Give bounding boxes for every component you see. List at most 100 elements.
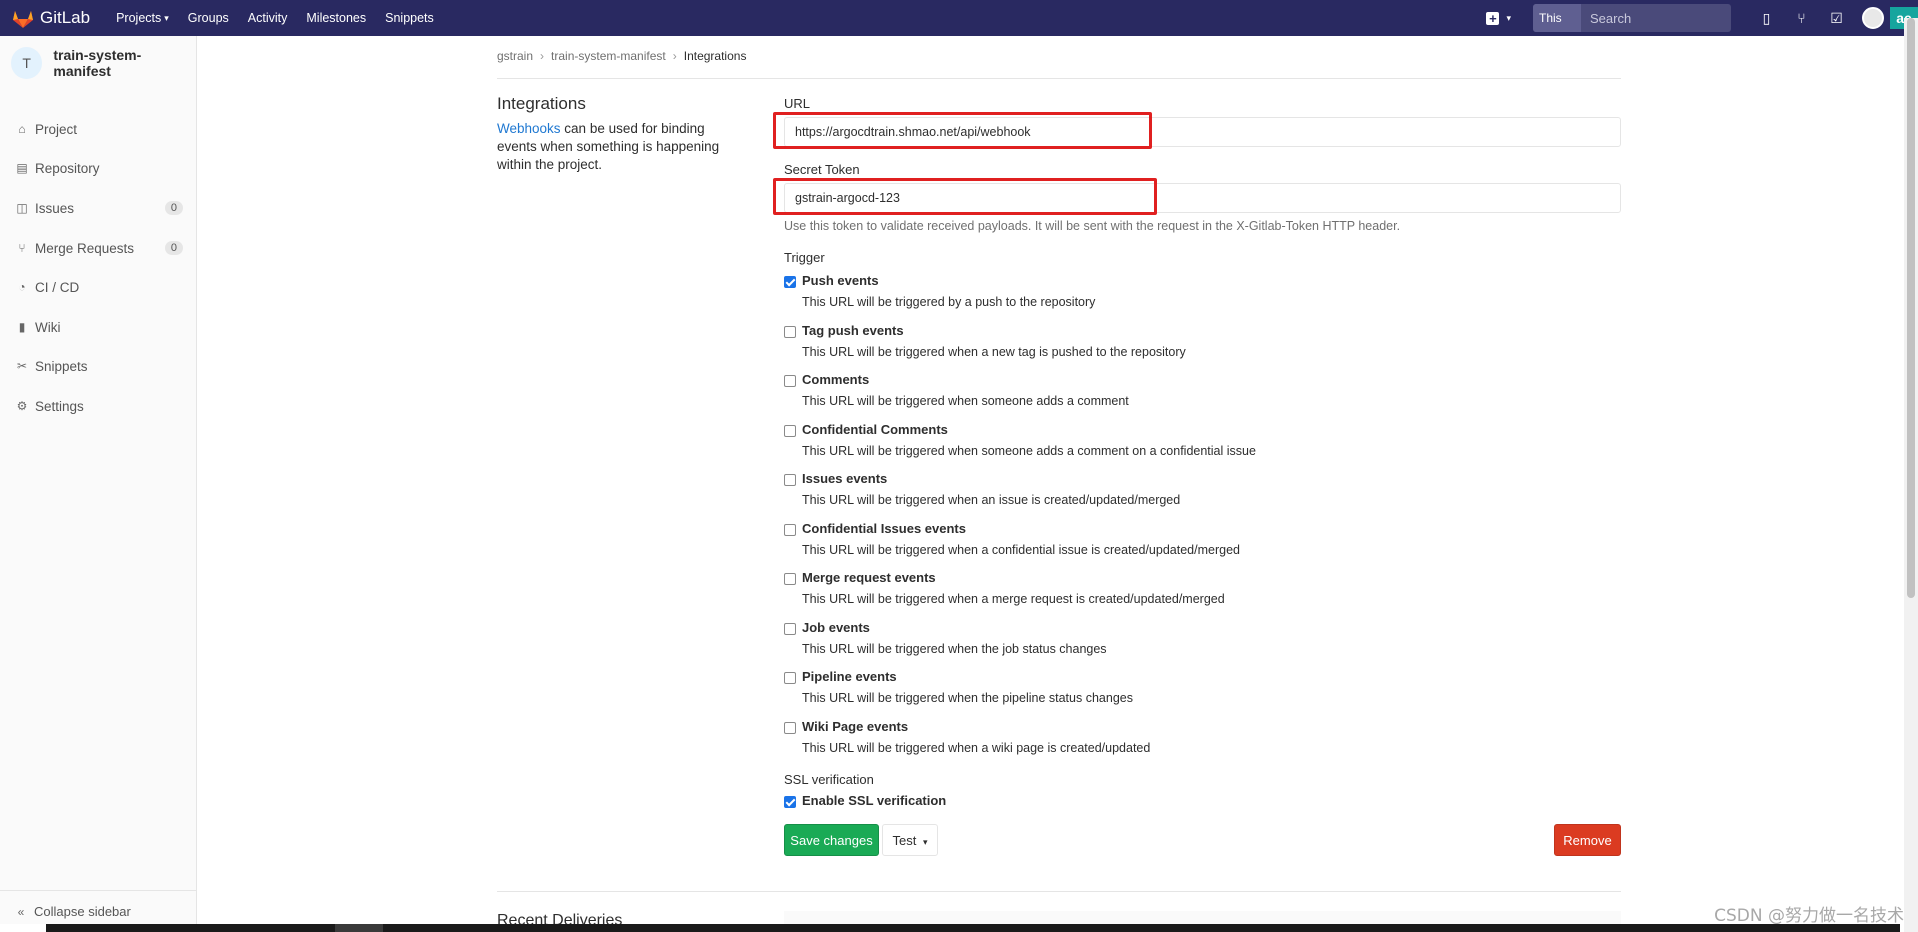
trigger-help-text: This URL will be triggered when a wiki p… (802, 741, 1151, 755)
taskbar-start-area[interactable] (0, 924, 46, 932)
todo-icon[interactable]: ☑ (1819, 10, 1854, 27)
sidebar-item-label: Wiki (35, 319, 61, 335)
chevron-down-icon: ▾ (1506, 12, 1511, 23)
top-navbar: GitLab Projects ▾ Groups Activity Milesto… (0, 0, 1918, 36)
sidebar-item-merge-requests[interactable]: ⑂ Merge Requests 0 (0, 229, 196, 267)
sidebar-item-snippets[interactable]: ✂ Snippets (0, 347, 196, 385)
trigger-help-text: This URL will be triggered when a confid… (802, 543, 1240, 557)
wiki-icon: ▮ (18, 320, 26, 334)
user-avatar[interactable] (1862, 7, 1884, 29)
trigger-label: Trigger (784, 250, 825, 265)
trigger-checkbox[interactable] (784, 722, 796, 734)
brand-name: GitLab (40, 8, 91, 27)
nav-snippets[interactable]: Snippets (385, 11, 434, 25)
webhooks-link[interactable]: Webhooks (497, 121, 561, 136)
remove-button[interactable]: Remove (1554, 824, 1621, 856)
merge-icon: ⑂ (18, 241, 26, 255)
trigger-help-text: This URL will be triggered by a push to … (802, 295, 1096, 309)
sidebar-item-settings[interactable]: ⚙ Settings (0, 387, 196, 425)
settings-section-description: Webhooks can be used for binding events … (497, 120, 737, 174)
plus-icon: + (1486, 11, 1500, 25)
test-dropdown-button[interactable]: Test ▾ (882, 824, 938, 856)
section-divider (497, 891, 1621, 892)
issues-count-badge: 0 (164, 201, 183, 215)
trigger-label[interactable]: Tag push events (802, 323, 904, 338)
trigger-label[interactable]: Pipeline events (802, 669, 897, 684)
nav-groups[interactable]: Groups (188, 11, 229, 25)
home-icon: ⌂ (18, 122, 26, 136)
breadcrumb-current[interactable]: Integrations (684, 49, 747, 63)
trigger-checkbox[interactable] (784, 375, 796, 387)
secret-token-help: Use this token to validate received payl… (784, 219, 1401, 233)
sidebar-item-label: Snippets (35, 358, 88, 374)
csdn-watermark: CSDN @努力做一名技术 (1714, 906, 1904, 926)
search-input[interactable] (1581, 4, 1731, 32)
book-icon: ▤ (16, 161, 28, 175)
trigger-checkbox[interactable] (784, 425, 796, 437)
chevron-right-icon: › (672, 49, 677, 63)
sidebar-item-label: CI / CD (35, 279, 80, 295)
nav-activity[interactable]: Activity (248, 11, 288, 25)
merge-requests-count-badge: 0 (164, 241, 183, 255)
test-button-label: Test (892, 832, 917, 848)
project-name: train-system-manifest (53, 47, 142, 79)
trigger-help-text: This URL will be triggered when the job … (802, 642, 1107, 656)
double-chevron-left-icon: « (17, 904, 25, 919)
trigger-help-text: This URL will be triggered when a new ta… (802, 345, 1186, 359)
sidebar-project-header[interactable]: T train-system-manifest (0, 36, 196, 90)
trigger-checkbox[interactable] (784, 623, 796, 635)
project-avatar: T (11, 47, 43, 79)
collapse-sidebar-label: Collapse sidebar (34, 904, 131, 919)
project-sidebar: T train-system-manifest ⌂ Project ▤ Repo… (0, 36, 197, 932)
trigger-help-text: This URL will be triggered when an issue… (802, 493, 1181, 507)
annotation-highlight-box (773, 112, 1152, 149)
issues-icon[interactable]: ▯ (1749, 10, 1784, 27)
trigger-label[interactable]: Comments (802, 372, 869, 387)
trigger-checkbox[interactable] (784, 474, 796, 486)
trigger-checkbox[interactable] (784, 524, 796, 536)
search-scope-badge[interactable]: This project (1533, 4, 1582, 32)
trigger-label[interactable]: Push events (802, 273, 879, 288)
trigger-label[interactable]: Issues events (802, 471, 887, 486)
breadcrumb-group[interactable]: gstrain (497, 49, 533, 63)
page-scrollbar[interactable] (1904, 18, 1918, 932)
sidebar-item-label: Project (35, 121, 78, 137)
issues-icon: ◫ (16, 201, 28, 215)
trigger-help-text: This URL will be triggered when someone … (802, 444, 1256, 458)
trigger-checkbox[interactable] (784, 326, 796, 338)
trigger-label[interactable]: Confidential Comments (802, 422, 948, 437)
breadcrumb-project[interactable]: train-system-manifest (551, 49, 666, 63)
chevron-down-icon: ▾ (922, 836, 928, 847)
nav-milestones[interactable]: Milestones (306, 11, 366, 25)
trigger-label[interactable]: Confidential Issues events (802, 521, 966, 536)
new-dropdown-button[interactable]: + ▾ (1486, 11, 1511, 25)
trigger-label[interactable]: Merge request events (802, 570, 936, 585)
merge-request-icon[interactable]: ⑂ (1784, 10, 1819, 26)
scrollbar-thumb[interactable] (1907, 18, 1915, 598)
sidebar-item-project[interactable]: ⌂ Project (0, 110, 196, 148)
sidebar-item-repository[interactable]: ▤ Repository (0, 149, 196, 187)
trigger-help-text: This URL will be triggered when someone … (802, 394, 1129, 408)
sidebar-item-wiki[interactable]: ▮ Wiki (0, 308, 196, 346)
gitlab-logo[interactable]: GitLab (12, 8, 90, 28)
enable-ssl-checkbox[interactable] (784, 796, 796, 808)
trigger-checkbox[interactable] (784, 276, 796, 288)
trigger-label[interactable]: Job events (802, 620, 870, 635)
sidebar-item-issues[interactable]: ◫ Issues 0 (0, 189, 196, 227)
rocket-icon: ◔ (18, 280, 26, 294)
gitlab-tanuki-icon (13, 11, 33, 28)
sidebar-item-label: Settings (35, 398, 84, 414)
taskbar-app-button[interactable] (335, 924, 383, 932)
trigger-help-text: This URL will be triggered when the pipe… (802, 691, 1133, 705)
trigger-checkbox[interactable] (784, 573, 796, 585)
trigger-help-text: This URL will be triggered when a merge … (802, 592, 1225, 606)
chevron-down-icon: ▾ (164, 12, 169, 23)
trigger-checkbox[interactable] (784, 672, 796, 684)
sidebar-item-label: Merge Requests (35, 240, 135, 256)
save-changes-button[interactable]: Save changes (784, 824, 879, 856)
sidebar-item-ci-cd[interactable]: ◔ CI / CD (0, 268, 196, 306)
settings-section-title: Integrations (497, 94, 586, 113)
trigger-label[interactable]: Wiki Page events (802, 719, 908, 734)
enable-ssl-label[interactable]: Enable SSL verification (802, 793, 946, 808)
nav-projects[interactable]: Projects ▾ (116, 11, 169, 25)
